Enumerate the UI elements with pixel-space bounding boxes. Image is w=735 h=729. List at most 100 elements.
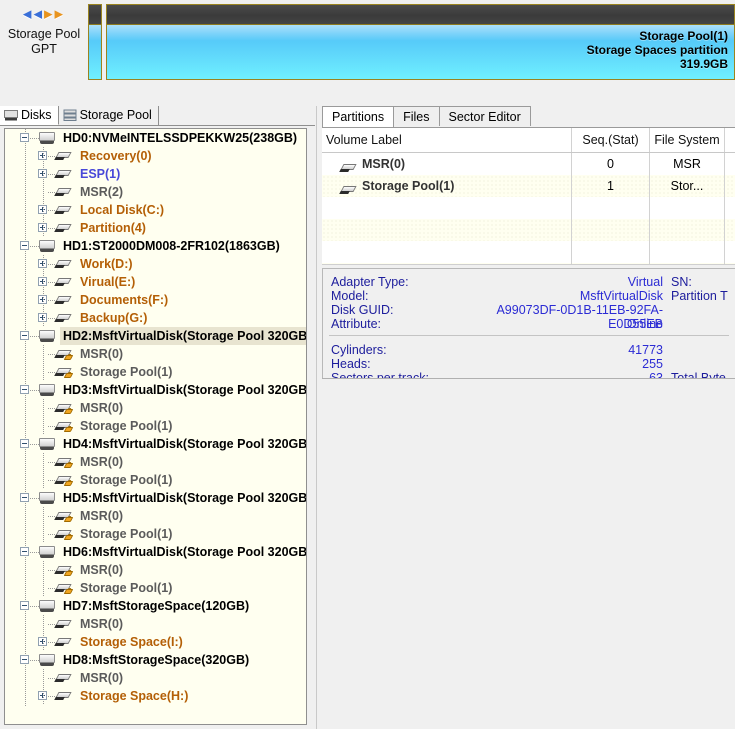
right-tab-partitions[interactable]: Partitions <box>322 106 394 127</box>
tree-connector <box>30 660 39 661</box>
left-tab-storage-pool[interactable]: Storage Pool <box>59 106 159 125</box>
tree-node[interactable]: HD7:MsftStorageSpace(120GB) <box>5 597 306 615</box>
prev-arrow-icon[interactable]: ◂◂ <box>23 4 44 23</box>
detail-key: Adapter Type: <box>331 275 409 289</box>
grid-column-header[interactable]: Seq.(Stat) <box>572 128 650 152</box>
tree-node[interactable]: MSR(0) <box>5 615 306 633</box>
tree-node[interactable]: Backup(G:) <box>5 309 306 327</box>
right-tab-files[interactable]: Files <box>393 106 439 126</box>
tree-node[interactable]: MSR(0) <box>5 507 306 525</box>
tree-node[interactable]: Storage Space(I:) <box>5 633 306 651</box>
partition-locked-icon <box>55 583 72 593</box>
detail-value: MsftVirtualDisk <box>443 289 663 303</box>
tree-node[interactable]: MSR(2) <box>5 183 306 201</box>
tree-node[interactable]: HD8:MsftStorageSpace(320GB) <box>5 651 306 669</box>
tree-node[interactable]: HD5:MsftVirtualDisk(Storage Pool 320GB) <box>5 489 306 507</box>
tree-node[interactable]: HD1:ST2000DM008-2FR102(1863GB) <box>5 237 306 255</box>
detail-key: Partition T <box>671 289 728 303</box>
tree-node-label: Virual(E:) <box>77 273 138 291</box>
tree-node[interactable]: Virual(E:) <box>5 273 306 291</box>
collapse-icon[interactable] <box>20 601 29 610</box>
tree-node[interactable]: Storage Space(H:) <box>5 687 306 705</box>
tree-guide <box>43 201 44 219</box>
tree-node[interactable]: MSR(0) <box>5 399 306 417</box>
tree-connector <box>30 606 39 607</box>
right-empty-area <box>322 379 735 729</box>
grid-column-header[interactable]: File System <box>650 128 725 152</box>
tree-node[interactable]: Documents(F:) <box>5 291 306 309</box>
detail-row: Disk GUID:A99073DF-0D1B-11EB-92FA-E0D55E… <box>323 303 735 317</box>
tree-node-label: Local Disk(C:) <box>77 201 167 219</box>
tree-node[interactable]: Local Disk(C:) <box>5 201 306 219</box>
tree-node[interactable]: Storage Pool(1) <box>5 417 306 435</box>
collapse-icon[interactable] <box>20 133 29 142</box>
grid-row[interactable] <box>322 197 735 219</box>
disk-details-panel: Adapter Type:VirtualModel:MsftVirtualDis… <box>322 268 735 378</box>
collapse-icon[interactable] <box>20 241 29 250</box>
disk-icon <box>4 108 18 127</box>
tree-node[interactable]: HD2:MsftVirtualDisk(Storage Pool 320GB) <box>5 327 306 345</box>
map-partition-storage-pool[interactable]: Storage Pool(1) Storage Spaces partition… <box>106 4 735 80</box>
collapse-icon[interactable] <box>20 385 29 394</box>
tree-node[interactable]: ESP(1) <box>5 165 306 183</box>
tree-node[interactable]: Partition(4) <box>5 219 306 237</box>
collapse-icon[interactable] <box>20 493 29 502</box>
partitions-grid[interactable]: Volume LabelSeq.(Stat)File SystemIDStart… <box>322 127 735 268</box>
right-tab-sector-editor[interactable]: Sector Editor <box>439 106 531 126</box>
tree-node[interactable]: MSR(0) <box>5 561 306 579</box>
disk-tree[interactable]: HD0:NVMeINTELSSDPEKKW25(238GB)Recovery(0… <box>4 128 307 725</box>
collapse-icon[interactable] <box>20 547 29 556</box>
tree-node[interactable]: Storage Pool(1) <box>5 525 306 543</box>
partition-icon <box>340 163 357 173</box>
tree-node[interactable]: Recovery(0) <box>5 147 306 165</box>
partition-icon <box>55 313 72 323</box>
tree-guide <box>43 165 44 183</box>
grid-row[interactable]: Storage Pool(1)1Stor... <box>322 175 735 197</box>
tree-node[interactable]: HD3:MsftVirtualDisk(Storage Pool 320GB) <box>5 381 306 399</box>
grid-row[interactable] <box>322 219 735 241</box>
grid-cell <box>725 153 735 175</box>
tree-node[interactable]: MSR(0) <box>5 345 306 363</box>
next-arrow-icon[interactable]: ▸▸ <box>44 4 65 23</box>
lock-icon <box>65 372 72 380</box>
tree-node-label: MSR(0) <box>77 399 126 417</box>
grid-row[interactable] <box>322 241 735 263</box>
left-tab-disks[interactable]: Disks <box>0 106 59 125</box>
tree-node[interactable]: Storage Pool(1) <box>5 363 306 381</box>
grid-cell <box>322 241 572 263</box>
partition-locked-icon <box>55 565 72 575</box>
tree-guide <box>43 669 44 687</box>
detail-value: Online <box>443 317 663 331</box>
collapse-icon[interactable] <box>20 331 29 340</box>
partition-icon <box>55 637 72 647</box>
tree-node-label: Partition(4) <box>77 219 149 237</box>
partition-icon <box>55 205 72 215</box>
tree-node[interactable]: HD0:NVMeINTELSSDPEKKW25(238GB) <box>5 129 306 147</box>
map-partition-msr[interactable] <box>88 4 102 80</box>
tree-node[interactable]: Work(D:) <box>5 255 306 273</box>
detail-row: Attribute:Online <box>323 317 735 331</box>
tree-node-label: HD2:MsftVirtualDisk(Storage Pool 320GB) <box>60 327 307 345</box>
grid-column-header[interactable]: Volume Label <box>322 128 572 152</box>
tree-node[interactable]: MSR(0) <box>5 453 306 471</box>
tree-node[interactable]: Storage Pool(1) <box>5 471 306 489</box>
tree-node[interactable]: HD4:MsftVirtualDisk(Storage Pool 320GB) <box>5 435 306 453</box>
grid-volume-label: Storage Pool(1) <box>362 179 454 193</box>
tree-node[interactable]: Storage Pool(1) <box>5 579 306 597</box>
grid-cell: MSR <box>650 153 725 175</box>
tree-connector <box>30 336 39 337</box>
detail-value: 41773 <box>443 343 663 357</box>
grid-row[interactable]: MSR(0)0MSR <box>322 153 735 175</box>
tree-node[interactable]: MSR(0) <box>5 669 306 687</box>
grid-cell <box>725 219 735 241</box>
hdd-icon <box>39 546 55 559</box>
left-tab-label: Storage Pool <box>80 108 152 122</box>
disk-nav-arrows[interactable]: ◂◂▸▸ <box>0 3 88 25</box>
collapse-icon[interactable] <box>20 439 29 448</box>
grid-column-header[interactable]: ID <box>725 128 735 152</box>
tree-guide <box>43 417 44 435</box>
tree-node[interactable]: HD6:MsftVirtualDisk(Storage Pool 320GB) <box>5 543 306 561</box>
collapse-icon[interactable] <box>20 655 29 664</box>
tree-node-label: HD3:MsftVirtualDisk(Storage Pool 320GB) <box>60 381 307 399</box>
tree-node-label: MSR(0) <box>77 507 126 525</box>
